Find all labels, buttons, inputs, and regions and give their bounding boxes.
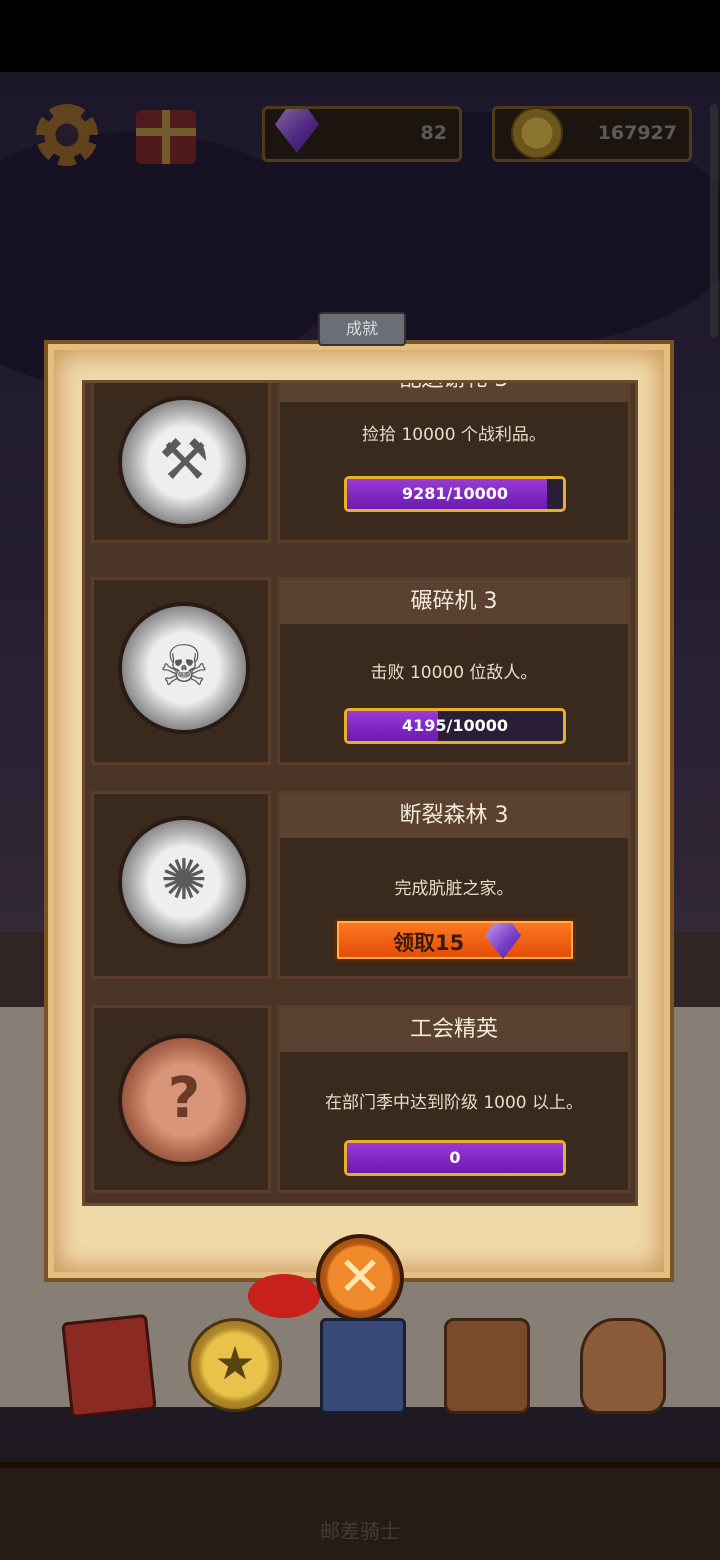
- progress-text: 4195/10000: [401, 716, 509, 735]
- progress-bar: 9281/10000: [344, 476, 566, 512]
- medal-cell: ☠: [91, 577, 271, 765]
- gem-icon: [485, 923, 521, 959]
- achievement-title: 断裂森林 3: [280, 794, 628, 838]
- achievement-title: 碾碎机 3: [280, 580, 628, 624]
- achievements-list[interactable]: ⚒ 配送谢礼 3 捡拾 10000 个战利品。 9281/10000 ☠ 碾碎机…: [82, 380, 638, 1206]
- close-button[interactable]: ✕: [316, 1234, 404, 1322]
- achievement-title: 配送谢礼 3: [280, 383, 628, 402]
- progress-text: 9281/10000: [401, 484, 509, 503]
- card-deck-icon[interactable]: [320, 1318, 406, 1414]
- achievement-description: 完成肮脏之家。: [394, 879, 514, 899]
- achievement-description: 捡拾 10000 个战利品。: [362, 425, 546, 445]
- achievement-card: ✺ 断裂森林 3 完成肮脏之家。 领取15: [91, 791, 631, 979]
- star-coin-icon[interactable]: ★: [188, 1318, 282, 1412]
- achievement-details: 工会精英 在部门季中达到阶级 1000 以上。 0: [277, 1005, 631, 1193]
- achievement-description: 在部门季中达到阶级 1000 以上。: [324, 1093, 584, 1113]
- treasure-sack-icon[interactable]: [580, 1318, 666, 1414]
- question-mark-icon: ?: [167, 1066, 201, 1131]
- progress-bar: 4195/10000: [344, 708, 566, 744]
- loot-box-medal-icon: ⚒: [118, 396, 250, 528]
- medal-cell: ?: [91, 1005, 271, 1193]
- progress-bar: 0: [344, 1140, 566, 1176]
- medal-cell: ✺: [91, 791, 271, 979]
- locked-medal-icon: ?: [118, 1034, 250, 1166]
- spellbook-icon[interactable]: [61, 1313, 157, 1419]
- skull-medal-icon: ☠: [118, 602, 250, 734]
- achievement-details: 断裂森林 3 完成肮脏之家。 领取15: [277, 791, 631, 979]
- achievement-card: ☠ 碾碎机 3 击败 10000 位敌人。 4195/10000: [91, 577, 631, 765]
- achievement-description: 击败 10000 位敌人。: [370, 663, 538, 683]
- cactus-medal-icon: ✺: [118, 816, 250, 948]
- achievement-card: ⚒ 配送谢礼 3 捡拾 10000 个战利品。 9281/10000: [91, 383, 631, 543]
- claim-label: 领取15: [393, 931, 465, 955]
- progress-text: 0: [449, 1148, 461, 1167]
- medal-cell: ⚒: [91, 383, 271, 543]
- achievement-card: ? 工会精英 在部门季中达到阶级 1000 以上。 0: [91, 1005, 631, 1193]
- achievement-details: 碾碎机 3 击败 10000 位敌人。 4195/10000: [277, 577, 631, 765]
- achievement-title: 工会精英: [280, 1008, 628, 1052]
- claim-reward-button[interactable]: 领取15: [334, 918, 576, 962]
- notification-bubble: [248, 1274, 320, 1318]
- panel-tab-title: 成就: [318, 312, 406, 346]
- achievement-details: 配送谢礼 3 捡拾 10000 个战利品。 9281/10000: [277, 383, 631, 543]
- inventory-bag-icon[interactable]: [444, 1318, 530, 1414]
